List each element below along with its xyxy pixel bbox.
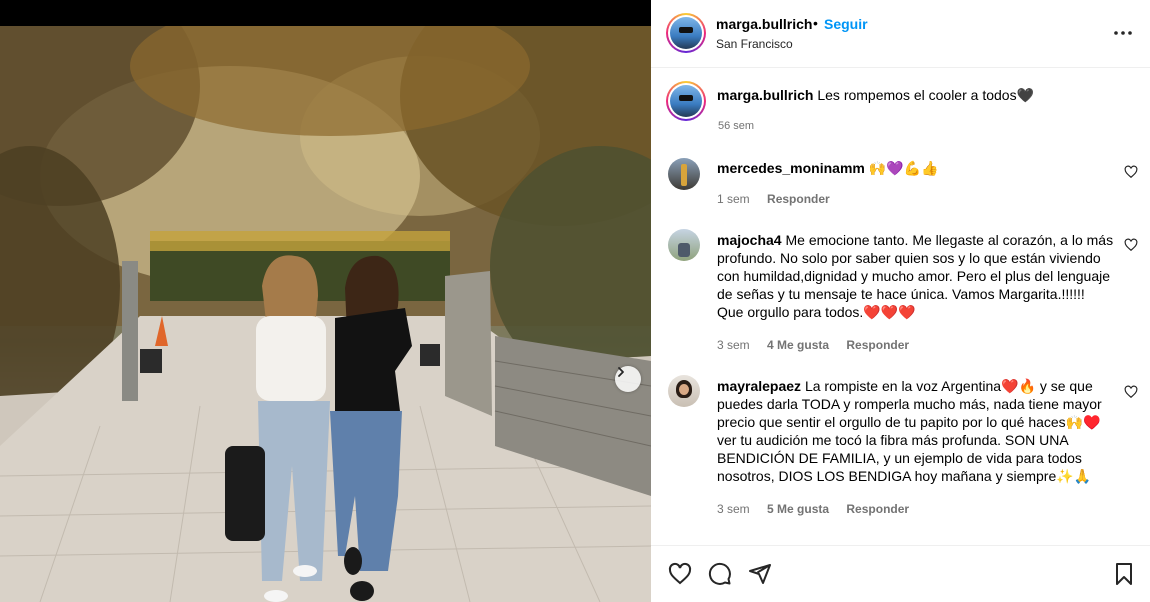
post-header: marga.bullrich • Seguir San Francisco (651, 0, 1150, 68)
post-media (0, 0, 651, 602)
comment-text: mayralepaez La rompiste en la voz Argent… (717, 377, 1115, 485)
comment-likes-count[interactable]: 4 Me gusta (767, 338, 829, 352)
commenter-avatar[interactable] (668, 158, 700, 190)
avatar-image (670, 17, 702, 49)
avatar-frame (668, 15, 704, 51)
commenter-username[interactable]: mayralepaez (717, 378, 801, 394)
post-caption: marga.bullrich Les rompemos el cooler a … (651, 69, 1150, 139)
caption-avatar[interactable] (666, 81, 706, 121)
avatar-image (670, 85, 702, 117)
header-separator: • (813, 15, 818, 31)
comment-meta: 3 sem 4 Me gusta Responder (717, 338, 923, 352)
comment-item: mercedes_moninamm 🙌💜💪👍 1 sem Responder (651, 152, 1150, 212)
send-icon[interactable] (748, 562, 772, 586)
reply-button[interactable]: Responder (846, 338, 909, 352)
reply-button[interactable]: Responder (846, 502, 909, 516)
post-side-panel: marga.bullrich • Seguir San Francisco ma… (651, 0, 1150, 602)
next-media-button[interactable] (615, 366, 641, 392)
reply-button[interactable]: Responder (767, 192, 830, 206)
heart-icon[interactable] (668, 562, 692, 586)
author-username[interactable]: marga.bullrich (716, 16, 812, 32)
caption-timestamp[interactable]: 56 sem (718, 120, 754, 132)
comment-item: majocha4 Me emocione tanto. Me llegaste … (651, 223, 1150, 363)
avatar-figure (681, 164, 687, 186)
avatar-face (679, 384, 689, 395)
avatar-figure (678, 243, 690, 257)
caption-text: marga.bullrich Les rompemos el cooler a … (717, 86, 1034, 104)
more-options-icon[interactable] (1111, 24, 1135, 42)
comment-meta: 1 sem Responder (717, 192, 844, 206)
comment-meta: 3 sem 5 Me gusta Responder (717, 502, 923, 516)
post-action-bar (651, 545, 1150, 602)
comment-body: 🙌💜💪👍 (868, 160, 939, 176)
comment-like-icon[interactable] (1124, 165, 1138, 179)
commenter-avatar[interactable] (668, 375, 700, 407)
commenter-username[interactable]: mercedes_moninamm (717, 160, 865, 176)
follow-button[interactable]: Seguir (824, 16, 868, 32)
comment-timestamp[interactable]: 3 sem (717, 502, 750, 516)
bookmark-icon[interactable] (1112, 562, 1136, 586)
comment-item: mayralepaez La rompiste en la voz Argent… (651, 369, 1150, 529)
caption-body: Les rompemos el cooler a todos🖤 (817, 87, 1035, 103)
comment-like-icon[interactable] (1124, 238, 1138, 252)
post-photo (0, 26, 651, 602)
commenter-username[interactable]: majocha4 (717, 232, 782, 248)
author-avatar[interactable] (666, 13, 706, 53)
caption-username[interactable]: marga.bullrich (717, 87, 813, 103)
comment-timestamp[interactable]: 1 sem (717, 192, 750, 206)
comment-timestamp[interactable]: 3 sem (717, 338, 750, 352)
comment-text: majocha4 Me emocione tanto. Me llegaste … (717, 231, 1115, 321)
chevron-right-icon (618, 367, 624, 377)
comment-likes-count[interactable]: 5 Me gusta (767, 502, 829, 516)
comment-icon[interactable] (708, 562, 732, 586)
commenter-avatar[interactable] (668, 229, 700, 261)
avatar-frame (668, 83, 704, 119)
comments-scroll-area[interactable]: marga.bullrich Les rompemos el cooler a … (651, 69, 1150, 545)
comment-text: mercedes_moninamm 🙌💜💪👍 (717, 159, 1115, 177)
post-location[interactable]: San Francisco (716, 37, 793, 51)
comment-like-icon[interactable] (1124, 385, 1138, 399)
